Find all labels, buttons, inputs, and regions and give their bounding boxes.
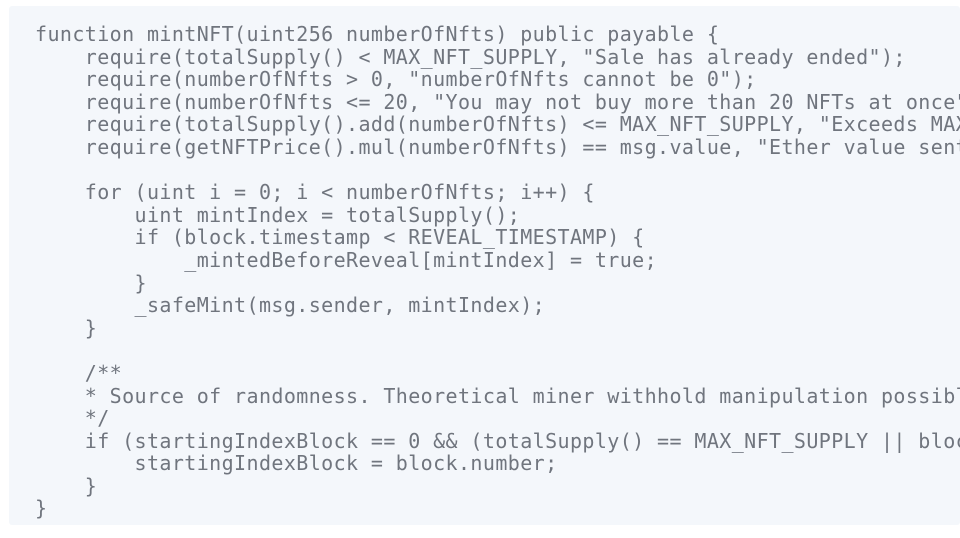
code-line: } [35, 496, 48, 521]
code-line: } [35, 473, 98, 498]
code-line: _safeMint(msg.sender, mintIndex); [35, 293, 546, 318]
code-line: */ [35, 406, 110, 431]
code-content: function mintNFT(uint256 numberOfNfts) p… [9, 6, 960, 520]
code-line: uint mintIndex = totalSupply(); [35, 202, 521, 227]
code-line: require(totalSupply() < MAX_NFT_SUPPLY, … [35, 44, 906, 69]
code-line: for (uint i = 0; i < numberOfNfts; i++) … [35, 180, 595, 205]
code-line: } [35, 270, 147, 295]
code-scroll-region[interactable]: function mintNFT(uint256 numberOfNfts) p… [9, 6, 960, 525]
code-line: function mintNFT(uint256 numberOfNfts) p… [35, 22, 720, 46]
code-line: require(numberOfNfts > 0, "numberOfNfts … [35, 67, 757, 92]
page-root: function mintNFT(uint256 numberOfNfts) p… [0, 0, 960, 538]
code-line: require(totalSupply().add(numberOfNfts) … [84, 112, 960, 137]
code-line: startingIndexBlock = block.number; [35, 451, 558, 476]
code-line: if (block.timestamp < REVEAL_TIMESTAMP) … [35, 225, 645, 250]
code-line: /** [35, 360, 123, 385]
code-block: function mintNFT(uint256 numberOfNfts) p… [9, 6, 960, 525]
code-line: } [35, 315, 98, 340]
code-line: if (startingIndexBlock == 0 && (totalSup… [84, 428, 960, 453]
code-line: require(numberOfNfts <= 20, "You may not… [35, 89, 960, 114]
code-line: require(getNFTPrice().mul(numberOfNfts) … [84, 134, 960, 159]
code-line: * Source of randomness. Theoretical mine… [84, 383, 960, 408]
code-line: _mintedBeforeReveal[mintIndex] = true; [35, 247, 658, 272]
